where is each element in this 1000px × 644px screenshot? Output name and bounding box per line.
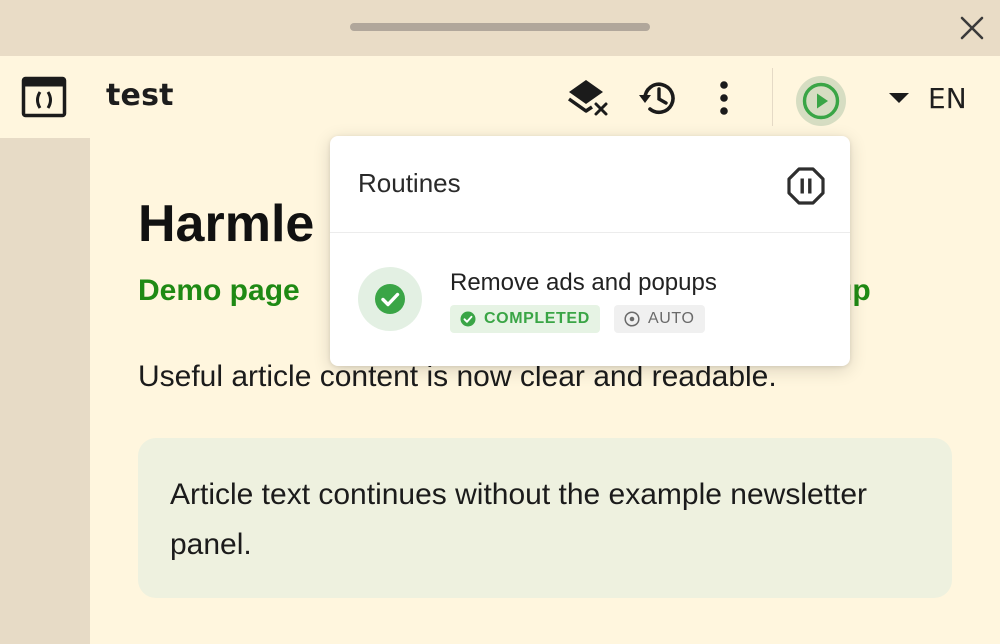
close-icon — [960, 16, 984, 40]
article-box: Article text continues without the examp… — [138, 438, 952, 598]
routine-completed-status — [358, 267, 422, 331]
clear-layers-button[interactable] — [566, 76, 610, 120]
status-badge: COMPLETED — [450, 305, 600, 333]
page-heading: Harmle — [138, 195, 315, 253]
pause-routines-button[interactable] — [784, 164, 828, 208]
check-circle-icon — [375, 284, 405, 314]
routine-item[interactable]: Remove ads and popups COMPLETED AUTO — [330, 233, 850, 366]
more-vert-icon — [720, 81, 728, 115]
more-options-button[interactable] — [702, 76, 746, 120]
play-circle-icon — [802, 82, 840, 120]
page-subtitle: Demo page — [138, 274, 300, 307]
status-badge-label: COMPLETED — [484, 310, 590, 327]
mode-badge: AUTO — [614, 305, 705, 333]
toolbar: test EN — [0, 56, 1000, 138]
routines-popup-header: Routines — [330, 136, 850, 233]
close-button[interactable] — [952, 8, 992, 48]
auto-play-icon — [624, 311, 640, 327]
check-circle-small-icon — [460, 311, 476, 327]
language-label: EN — [928, 81, 967, 115]
window-drag-bar[interactable] — [0, 0, 1000, 56]
pause-octagon-icon — [787, 167, 825, 205]
language-selector[interactable]: EN — [888, 80, 967, 116]
article-text: Article text continues without the examp… — [170, 478, 868, 561]
drag-handle[interactable] — [350, 23, 650, 31]
window-title: test — [106, 78, 174, 113]
routines-popup: Routines Remove ads and popups COMPLETED… — [330, 136, 850, 366]
left-sidebar — [0, 138, 90, 644]
routine-name: Remove ads and popups — [450, 269, 717, 296]
run-routines-button[interactable] — [796, 76, 846, 126]
app-window: test EN Harmle Demo page up Useful artic… — [0, 0, 1000, 644]
code-panel-icon[interactable] — [20, 74, 68, 120]
layers-clear-icon — [567, 80, 608, 116]
toolbar-divider — [772, 68, 773, 126]
routines-popup-title: Routines — [358, 168, 461, 198]
caret-down-icon — [889, 93, 909, 103]
mode-badge-label: AUTO — [648, 310, 695, 327]
history-button[interactable] — [636, 76, 680, 120]
history-icon — [639, 82, 675, 115]
